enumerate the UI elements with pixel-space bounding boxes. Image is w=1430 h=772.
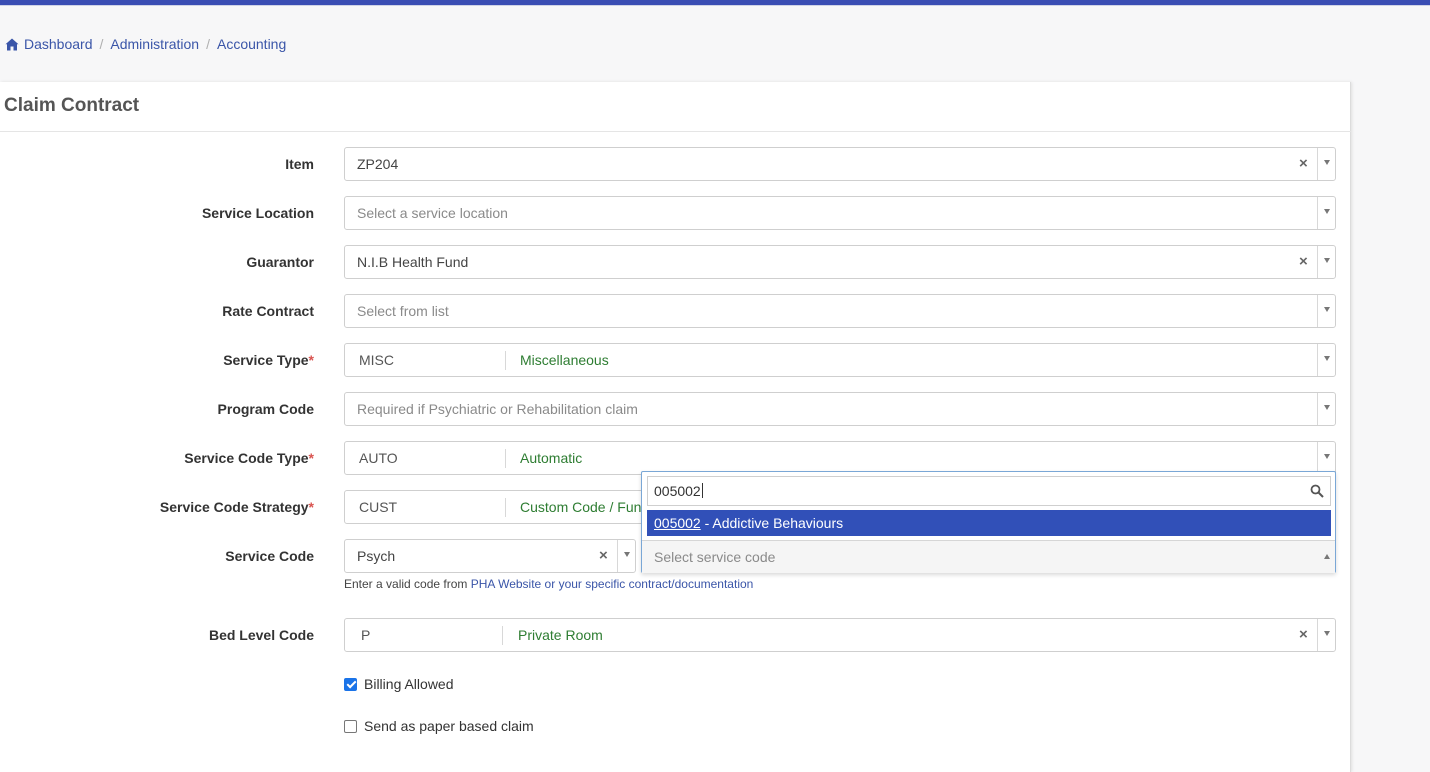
- chevron-down-icon: [1324, 356, 1330, 361]
- billing-allowed-row: Billing Allowed: [344, 676, 454, 692]
- item-dropdown-toggle[interactable]: [1317, 148, 1335, 180]
- bed-level-code-description: Private Room: [518, 627, 603, 643]
- dropdown-option-highlighted[interactable]: 005002 - Addictive Behaviours: [647, 510, 1331, 536]
- service-location-select[interactable]: Select a service location: [344, 196, 1336, 230]
- service-type-code: MISC: [359, 352, 394, 368]
- service-code-prefix-select[interactable]: Psych ×: [344, 539, 636, 573]
- service-type-dropdown-toggle[interactable]: [1317, 344, 1335, 376]
- chevron-down-icon: [1324, 258, 1330, 263]
- service-code-prefix-value: Psych: [357, 548, 396, 564]
- panel-divider: [0, 131, 1351, 132]
- chevron-down-icon: [1324, 405, 1330, 410]
- breadcrumb-separator: /: [99, 36, 104, 52]
- guarantor-label: Guarantor: [246, 254, 314, 270]
- pha-website-link[interactable]: PHA Website or your specific contract/do…: [471, 577, 754, 591]
- breadcrumb-separator: /: [206, 36, 210, 52]
- clear-icon[interactable]: ×: [1299, 155, 1308, 172]
- text-caret: [701, 483, 703, 498]
- required-marker: *: [308, 450, 314, 466]
- search-icon: [1310, 484, 1324, 498]
- breadcrumb: Dashboard / Administration / Accounting: [5, 35, 286, 53]
- service-code-type-select[interactable]: AUTO Automatic: [344, 441, 1336, 475]
- send-paper-row: Send as paper based claim: [344, 718, 534, 734]
- guarantor-value: N.I.B Health Fund: [357, 254, 469, 270]
- billing-allowed-checkbox[interactable]: [344, 677, 357, 691]
- service-code-strategy-label: Service Code Strategy*: [159, 499, 314, 515]
- column-separator: [505, 449, 506, 468]
- column-separator: [505, 498, 506, 517]
- service-code-strategy-code: CUST: [359, 499, 398, 515]
- option-description: - Addictive Behaviours: [700, 515, 844, 531]
- required-marker: *: [308, 499, 314, 515]
- chevron-down-icon: [1324, 209, 1330, 214]
- program-code-label: Program Code: [217, 401, 314, 417]
- service-code-type-description: Automatic: [520, 450, 583, 466]
- service-code-type-label: Service Code Type*: [184, 450, 314, 466]
- clear-icon[interactable]: ×: [1299, 253, 1308, 270]
- guarantor-select[interactable]: N.I.B Health Fund ×: [344, 245, 1336, 279]
- rate-contract-label: Rate Contract: [222, 303, 314, 319]
- service-code-type-dropdown-toggle[interactable]: [1317, 442, 1335, 474]
- service-type-label: Service Type*: [223, 352, 314, 368]
- column-separator: [502, 626, 503, 645]
- service-code-hint: Enter a valid code from PHA Website or y…: [344, 577, 753, 591]
- program-code-select[interactable]: Required if Psychiatric or Rehabilitatio…: [344, 392, 1336, 426]
- rate-contract-select[interactable]: Select from list: [344, 294, 1336, 328]
- search-typed-text: 005002: [654, 483, 703, 499]
- service-location-dropdown-toggle[interactable]: [1317, 197, 1335, 229]
- service-code-type-code: AUTO: [359, 450, 398, 466]
- service-type-select[interactable]: MISC Miscellaneous: [344, 343, 1336, 377]
- guarantor-dropdown-toggle[interactable]: [1317, 246, 1335, 278]
- chevron-up-icon[interactable]: [1324, 554, 1330, 559]
- service-code-select-placeholder: Select service code: [654, 549, 776, 565]
- item-label: Item: [285, 156, 314, 172]
- top-accent-shadow: [0, 5, 1430, 6]
- service-location-placeholder: Select a service location: [357, 205, 508, 221]
- clear-icon[interactable]: ×: [1299, 626, 1308, 643]
- rate-contract-placeholder: Select from list: [357, 303, 449, 319]
- service-code-search-input[interactable]: 005002: [647, 476, 1331, 506]
- breadcrumb-dashboard[interactable]: Dashboard: [24, 36, 93, 52]
- breadcrumb-accounting[interactable]: Accounting: [217, 36, 286, 52]
- bed-level-code-label: Bed Level Code: [208, 627, 314, 643]
- service-location-label: Service Location: [201, 205, 314, 221]
- chevron-down-icon: [1324, 307, 1330, 312]
- chevron-down-icon: [1324, 454, 1330, 459]
- service-code-strategy-description: Custom Code / Fun: [520, 499, 642, 515]
- bed-level-code-dropdown-toggle[interactable]: [1317, 619, 1335, 651]
- send-paper-label[interactable]: Send as paper based claim: [364, 718, 534, 734]
- service-code-dropdown: 005002 005002 - Addictive Behaviours Sel…: [641, 471, 1336, 573]
- bed-level-code-select[interactable]: P Private Room ×: [344, 618, 1336, 652]
- rate-contract-dropdown-toggle[interactable]: [1317, 295, 1335, 327]
- clear-icon[interactable]: ×: [599, 547, 608, 564]
- program-code-placeholder: Required if Psychiatric or Rehabilitatio…: [357, 401, 638, 417]
- service-code-select[interactable]: Select service code: [642, 540, 1335, 573]
- chevron-down-icon: [624, 552, 630, 557]
- chevron-down-icon: [1324, 631, 1330, 636]
- bed-level-code-code: P: [361, 627, 371, 643]
- hint-text: Enter a valid code from: [344, 577, 468, 591]
- billing-allowed-label[interactable]: Billing Allowed: [364, 676, 454, 692]
- chevron-down-icon: [1324, 160, 1330, 165]
- page-title: Claim Contract: [4, 95, 140, 116]
- service-code-prefix-dropdown-toggle[interactable]: [617, 540, 635, 572]
- send-paper-checkbox[interactable]: [344, 719, 357, 733]
- required-marker: *: [308, 352, 314, 368]
- claim-contract-panel: Claim Contract: [0, 82, 1351, 772]
- column-separator: [505, 351, 506, 370]
- program-code-dropdown-toggle[interactable]: [1317, 393, 1335, 425]
- service-code-label: Service Code: [225, 548, 314, 564]
- option-code-match: 005002: [654, 515, 701, 531]
- item-value: ZP204: [357, 156, 399, 172]
- breadcrumb-administration[interactable]: Administration: [110, 36, 199, 52]
- service-type-description: Miscellaneous: [520, 352, 609, 368]
- item-select[interactable]: ZP204 ×: [344, 147, 1336, 181]
- home-icon[interactable]: [5, 38, 19, 51]
